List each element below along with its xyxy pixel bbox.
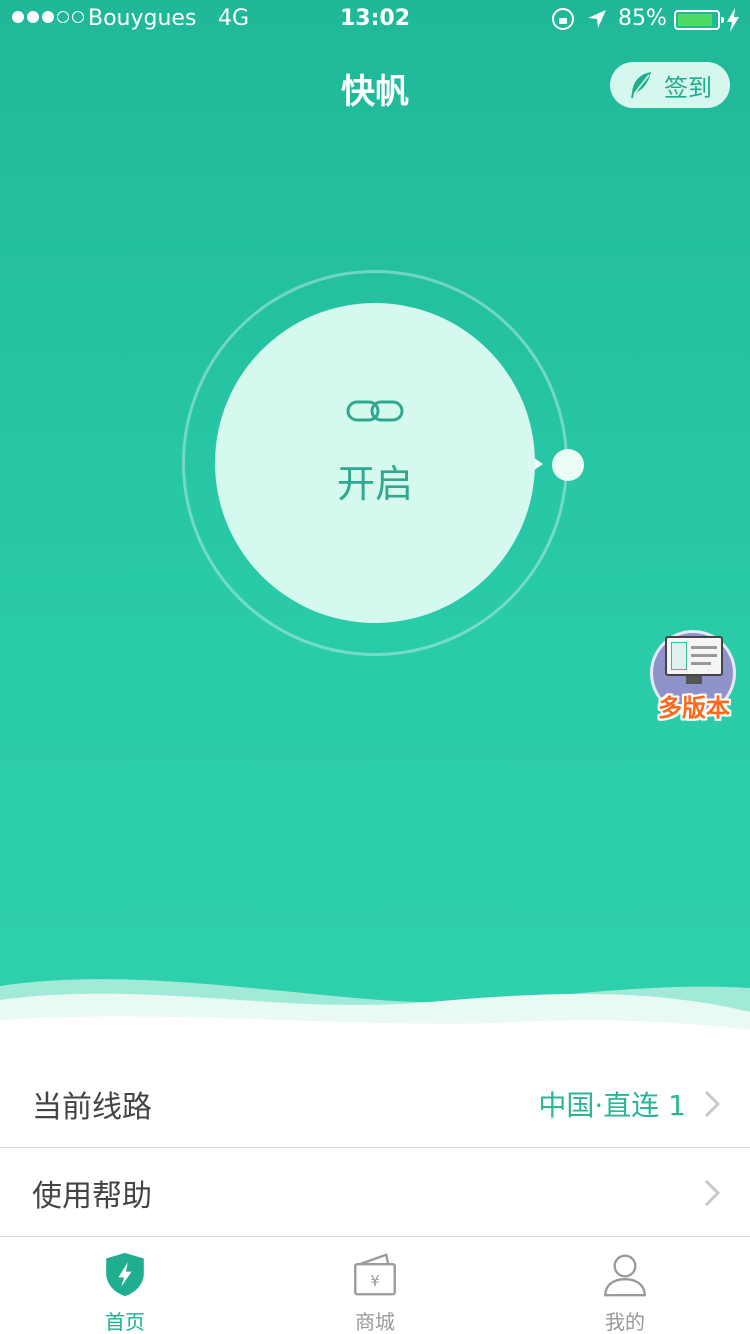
tab-home-label: 首页 <box>105 1310 145 1334</box>
user-icon <box>604 1254 646 1297</box>
multi-version-badge[interactable]: 多版本 <box>648 628 740 724</box>
help-row[interactable]: 使用帮助 <box>0 1149 750 1237</box>
wave-decoration <box>0 979 750 1045</box>
current-route-value: 中国·直连 1 <box>538 1089 686 1122</box>
link-icon <box>346 400 404 421</box>
monitor-stand <box>686 676 702 684</box>
connect-button[interactable]: 开启 <box>215 303 535 623</box>
multi-version-label: 多版本 <box>658 694 730 722</box>
orbit-dot <box>552 449 584 481</box>
battery-icon <box>674 10 724 30</box>
tab-home[interactable]: 首页 <box>0 1237 250 1334</box>
row-divider <box>0 1147 750 1148</box>
connect-label: 开启 <box>336 461 413 506</box>
feather-icon <box>631 72 651 98</box>
tab-me[interactable]: 我的 <box>500 1237 750 1334</box>
current-route-row[interactable]: 当前线路 中国·直连 1 <box>0 1060 750 1148</box>
help-label: 使用帮助 <box>32 1179 152 1214</box>
current-route-label: 当前线路 <box>32 1090 152 1125</box>
hero-panel: Bouygues 4G 13:02 85% 快帆 签到 开启 多版本 <box>0 0 750 1045</box>
monitor-icon <box>665 636 723 676</box>
battery-percentage: 85% <box>618 6 667 31</box>
tab-store[interactable]: ¥ 商城 <box>250 1237 500 1334</box>
tab-store-label: 商城 <box>355 1310 395 1334</box>
wallet-yen-icon: ¥ <box>354 1253 396 1296</box>
charging-bolt-icon <box>727 8 739 32</box>
svg-text:¥: ¥ <box>370 1272 380 1290</box>
signin-label: 签到 <box>664 73 712 102</box>
chevron-right-icon <box>704 1179 720 1207</box>
location-arrow-icon <box>588 10 606 28</box>
rotation-lock-icon <box>552 8 574 30</box>
shield-bolt-icon <box>106 1252 144 1297</box>
chevron-right-icon <box>704 1090 720 1118</box>
status-bar: Bouygues 4G 13:02 85% <box>0 0 750 40</box>
tab-bar: 首页 ¥ 商城 我的 <box>0 1236 750 1334</box>
tab-me-label: 我的 <box>605 1310 645 1334</box>
signin-button[interactable]: 签到 <box>610 62 730 108</box>
